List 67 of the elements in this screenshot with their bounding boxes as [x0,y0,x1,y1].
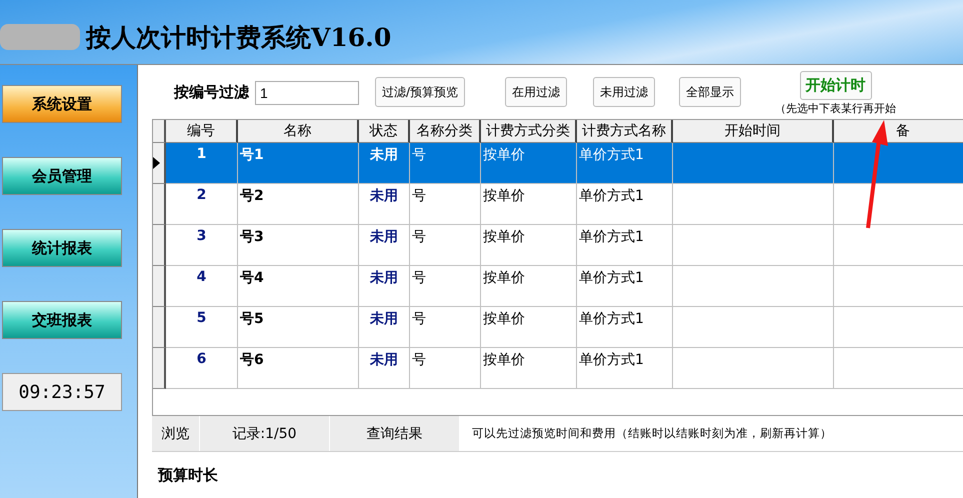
table-cell: 号 [410,266,481,307]
filter-button[interactable]: 过滤/预算预览 [375,77,466,107]
table-cell: 单价方式1 [577,266,673,307]
hint-text: （先选中下表某行再开始 [775,101,896,116]
table-cell: 未用 [359,348,410,389]
table-cell: 未用 [359,266,410,307]
table-cell: 号 [410,143,481,184]
table-cell: 1 [166,143,238,184]
row-header [153,266,166,307]
filter-input[interactable]: 1 [255,81,359,105]
table-cell: 按单价 [481,266,577,307]
table-cell: 未用 [359,143,410,184]
table-cell: 号2 [238,184,359,225]
query-result-label: 查询结果 [330,416,460,451]
table-cell: 号6 [238,348,359,389]
filter-button[interactable]: 全部显示 [679,77,742,107]
sidebar-button[interactable]: 统计报表 [2,229,122,267]
row-header [153,348,166,389]
start-timing-button[interactable]: 开始计时 [800,71,872,100]
table-cell: 号 [410,225,481,266]
filter-button[interactable]: 在用过滤 [505,77,568,107]
table-cell: 号4 [238,266,359,307]
table-cell: 单价方式1 [577,225,673,266]
table-cell: 号 [410,307,481,348]
table-cell: 单价方式1 [577,348,673,389]
table-cell: 按单价 [481,225,577,266]
table-cell: 号 [410,348,481,389]
record-count: 记录:1/50 [200,416,330,451]
clock: 09:23:57 [2,373,122,411]
table-cell: 2 [166,184,238,225]
table-cell: 按单价 [481,348,577,389]
table-cell: 号1 [238,143,359,184]
table-cell: 3 [166,225,238,266]
column-header: 名称 [238,120,359,143]
table-cell: 6 [166,348,238,389]
column-header: 名称分类 [410,120,481,143]
table-cell: 4 [166,266,238,307]
table-cell: 单价方式1 [577,307,673,348]
window-title: 按人次计时计费系统V16.0 [86,22,392,54]
column-header: 计费方式分类 [481,120,577,143]
table-cell: 号5 [238,307,359,348]
table-cell: 单价方式1 [577,143,673,184]
status-note: 可以先过滤预览时间和费用（结账时以结账时刻为准，刷新再计算） [471,425,832,442]
filter-button[interactable]: 未用过滤 [593,77,656,107]
table-cell: 号 [410,184,481,225]
row-header [153,225,166,266]
sidebar-button[interactable]: 会员管理 [2,157,122,195]
column-header: 开始时间 [673,120,834,143]
row-header [153,307,166,348]
table-cell: 未用 [359,307,410,348]
column-header: 编号 [166,120,238,143]
table-cell: 单价方式1 [577,184,673,225]
column-header: 状态 [359,120,410,143]
column-header: 计费方式名称 [577,120,673,143]
sidebar-button[interactable]: 交班报表 [2,301,122,339]
sidebar-button[interactable]: 系统设置 [2,85,122,123]
filter-label: 按编号过滤 [174,83,249,102]
table-cell: 号3 [238,225,359,266]
budget-duration-label: 预算时长 [156,465,219,485]
browse-label: 浏览 [152,416,200,451]
table-cell: 按单价 [481,184,577,225]
column-header: 备 [834,120,963,143]
table-cell: 5 [166,307,238,348]
table-cell: 未用 [359,184,410,225]
table-cell: 未用 [359,225,410,266]
table-cell: 按单价 [481,307,577,348]
table-cell: 按单价 [481,143,577,184]
